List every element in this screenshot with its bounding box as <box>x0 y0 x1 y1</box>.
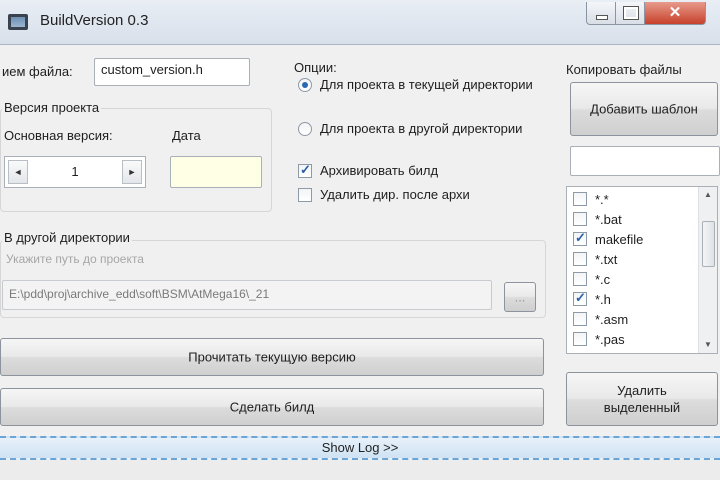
list-item-checkbox-icon[interactable] <box>573 230 587 246</box>
title-bar: BuildVersion 0.3 <box>0 0 720 45</box>
scroll-up-icon[interactable]: ▲ <box>699 187 717 203</box>
decrement-icon[interactable]: ◄ <box>8 160 28 184</box>
list-item[interactable]: *.* <box>573 190 609 208</box>
date-field[interactable] <box>170 156 262 188</box>
add-template-button[interactable]: Добавить шаблон <box>570 82 718 136</box>
make-build-button[interactable]: Сделать билд <box>0 388 544 426</box>
list-item[interactable]: *.pas <box>573 330 625 348</box>
option-archive-label: Архивировать билд <box>320 163 439 178</box>
version-group-title: Версия проекта <box>2 100 102 115</box>
list-item-checkbox-icon[interactable] <box>573 252 587 266</box>
list-item-label: *.txt <box>595 251 618 267</box>
list-item-checkbox-icon[interactable] <box>573 312 587 326</box>
template-input[interactable] <box>570 146 720 176</box>
radio-current-icon[interactable] <box>298 78 312 92</box>
remove-selected-button[interactable]: Удалить выделенный <box>566 372 718 426</box>
list-item[interactable]: *.bat <box>573 210 622 228</box>
checkbox-delete-icon[interactable] <box>298 188 312 202</box>
list-item[interactable]: *.c <box>573 270 610 288</box>
date-label: Дата <box>172 128 201 143</box>
scroll-down-icon[interactable]: ▼ <box>699 337 717 353</box>
option-archive[interactable]: Архивировать билд <box>298 162 438 180</box>
file-name-label: ием файла: <box>2 64 73 79</box>
main-version-value[interactable]: 1 <box>33 164 117 179</box>
close-button[interactable] <box>644 2 706 25</box>
list-item-checkbox-icon[interactable] <box>573 212 587 226</box>
main-version-stepper[interactable]: ◄ 1 ► <box>4 156 146 188</box>
option-other-dir[interactable]: Для проекта в другой директории <box>298 120 522 138</box>
show-log-toggle[interactable]: Show Log >> <box>0 436 720 460</box>
options-title: Опции: <box>294 60 337 75</box>
file-name-input[interactable]: custom_version.h <box>94 58 250 86</box>
list-item-label: *.bat <box>595 211 622 227</box>
option-current-dir-label: Для проекта в текущей директории <box>320 77 533 92</box>
list-scrollbar[interactable]: ▲ ▼ <box>698 187 717 353</box>
list-item-checkbox-icon[interactable] <box>573 272 587 286</box>
path-hint: Укажите путь до проекта <box>6 252 144 266</box>
file-pattern-list[interactable]: *.* *.bat makefile *.txt *.c *.h *.asm *… <box>566 186 718 354</box>
list-item-label: *.pas <box>595 331 625 347</box>
list-item-checkbox-icon[interactable] <box>573 290 587 306</box>
read-version-button[interactable]: Прочитать текущую версию <box>0 338 544 376</box>
list-item-label: *.c <box>595 271 611 287</box>
list-item-checkbox-icon[interactable] <box>573 192 587 206</box>
option-current-dir[interactable]: Для проекта в текущей директории <box>298 76 533 94</box>
scroll-thumb[interactable] <box>702 221 715 267</box>
checkbox-archive-icon[interactable] <box>298 162 312 178</box>
list-item[interactable]: *.h <box>573 290 611 308</box>
make-build-label: Сделать билд <box>229 399 315 415</box>
window-bottom-edge <box>0 460 720 480</box>
copy-files-title: Копировать файлы <box>566 62 682 77</box>
list-item-label: *.asm <box>595 311 629 327</box>
list-item[interactable]: *.txt <box>573 250 617 268</box>
list-item-label: makefile <box>595 231 644 247</box>
option-delete[interactable]: Удалить дир. после архи <box>298 186 470 204</box>
list-item-label: *.* <box>595 191 609 207</box>
list-item[interactable]: *.asm <box>573 310 628 328</box>
project-path-input[interactable]: E:\pdd\proj\archive_edd\soft\BSM\AtMega1… <box>2 280 492 310</box>
list-item-label: *.h <box>595 291 611 307</box>
read-version-label: Прочитать текущую версию <box>188 349 356 365</box>
list-item[interactable]: makefile <box>573 230 643 248</box>
maximize-button[interactable] <box>615 2 645 25</box>
increment-icon[interactable]: ► <box>122 160 142 184</box>
main-version-label: Основная версия: <box>4 128 113 143</box>
app-icon <box>8 14 28 30</box>
browse-button[interactable]: ... <box>504 282 536 312</box>
other-dir-title: В другой директории <box>2 230 132 245</box>
list-item-checkbox-icon[interactable] <box>573 332 587 346</box>
add-template-label: Добавить шаблон <box>590 101 698 117</box>
remove-selected-label: Удалить выделенный <box>603 383 681 415</box>
window-title: BuildVersion 0.3 <box>40 12 149 29</box>
option-other-dir-label: Для проекта в другой директории <box>320 121 523 136</box>
browse-button-label: ... <box>514 289 526 305</box>
option-delete-label: Удалить дир. после архи <box>320 187 470 202</box>
minimize-button[interactable] <box>586 2 616 25</box>
radio-other-icon[interactable] <box>298 122 312 136</box>
